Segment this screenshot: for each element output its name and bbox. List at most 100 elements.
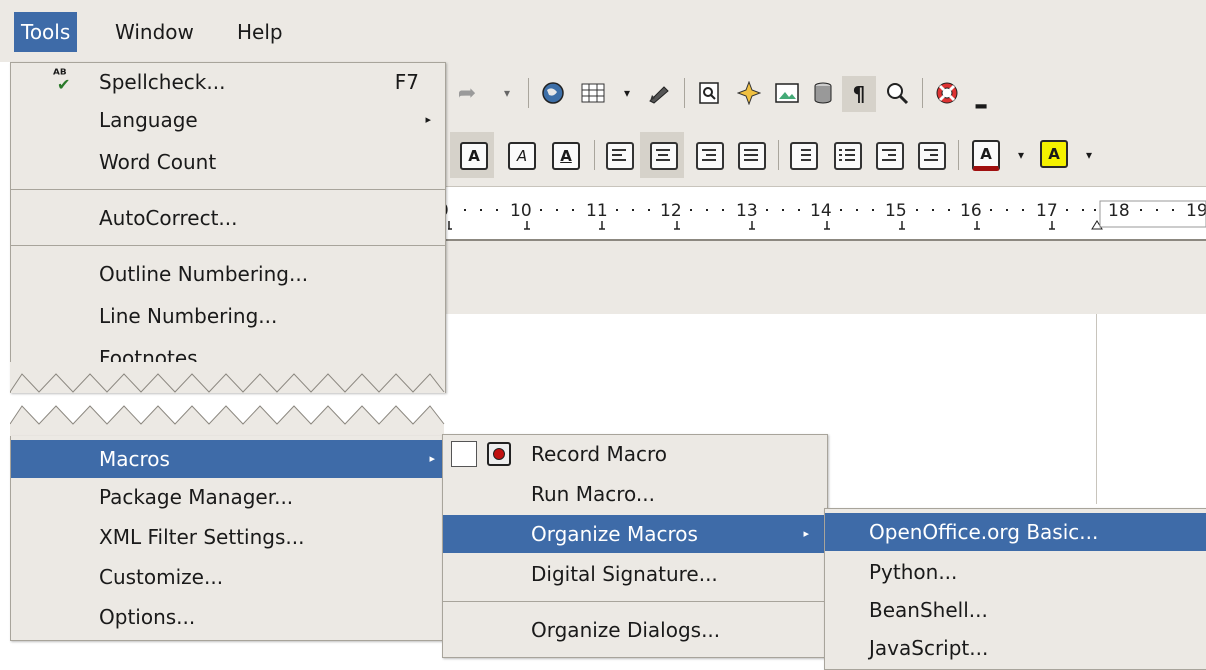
menu-item-record-macro[interactable]: Record Macro xyxy=(443,435,827,473)
formatting-marks-icon[interactable]: ¶ xyxy=(842,76,876,112)
menu-item-customize-label: Customize... xyxy=(99,565,224,589)
find-replace-icon[interactable] xyxy=(694,78,724,108)
menu-item-spellcheck-label: Spellcheck... xyxy=(99,70,226,94)
italic-icon[interactable]: A xyxy=(508,142,536,170)
redo-icon[interactable]: ➦ xyxy=(452,78,482,108)
menu-item-organize-macros[interactable]: Organize Macros ▸ xyxy=(443,515,827,553)
menu-item-beanshell-label: BeanShell... xyxy=(869,598,988,622)
navigator-globe-icon[interactable] xyxy=(538,78,568,108)
menu-window[interactable]: Window xyxy=(108,12,201,52)
menu-item-package-manager[interactable]: Package Manager... xyxy=(11,478,445,516)
menu-item-macros[interactable]: Macros ▸ xyxy=(11,440,445,478)
ruler-tick-label: 15 xyxy=(885,201,907,221)
ruler-tick-label: 18 xyxy=(1108,201,1130,221)
increase-indent-icon[interactable] xyxy=(918,142,946,170)
menu-item-organize-dialogs-label: Organize Dialogs... xyxy=(531,618,721,642)
bold-icon[interactable]: A xyxy=(460,142,488,170)
zoom-icon[interactable] xyxy=(882,78,912,108)
menu-item-run-macro[interactable]: Run Macro... xyxy=(443,475,827,513)
menu-item-openoffice-basic-label: OpenOffice.org Basic... xyxy=(869,520,1099,544)
menu-separator xyxy=(11,245,445,246)
menu-item-openoffice-basic[interactable]: OpenOffice.org Basic... xyxy=(825,513,1206,551)
ruler-tick-label: 12 xyxy=(660,201,682,221)
menu-item-autocorrect[interactable]: AutoCorrect... xyxy=(11,199,445,237)
ruler-tick-label: 19 xyxy=(1186,201,1206,221)
justify-icon[interactable] xyxy=(738,142,766,170)
record-icon xyxy=(487,442,511,466)
macros-submenu: Record Macro Run Macro... Organize Macro… xyxy=(442,434,828,658)
menu-item-autocorrect-label: AutoCorrect... xyxy=(99,206,238,230)
menu-item-spellcheck-shortcut: F7 xyxy=(394,70,419,94)
menu-item-language-label: Language xyxy=(99,108,198,132)
menu-item-xml-filter-settings-label: XML Filter Settings... xyxy=(99,525,305,549)
menu-tools-label: Tools xyxy=(21,20,71,44)
decrease-indent-icon[interactable] xyxy=(876,142,904,170)
toolbar-overflow-icon[interactable]: ▂ xyxy=(966,86,996,116)
spellcheck-icon: ᴬᴮ ✔ xyxy=(53,67,71,94)
menu-item-record-macro-label: Record Macro xyxy=(531,442,667,466)
ruler-tick-label: 10 xyxy=(510,201,532,221)
menu-item-options[interactable]: Options... xyxy=(11,598,445,636)
ruler-tick-label: 13 xyxy=(736,201,758,221)
menu-item-digital-signature[interactable]: Digital Signature... xyxy=(443,555,827,593)
highlighting-dropdown-icon[interactable]: ▾ xyxy=(1074,140,1104,170)
menu-item-digital-signature-label: Digital Signature... xyxy=(531,562,718,586)
menu-separator xyxy=(443,601,827,602)
redo-dropdown-icon[interactable]: ▾ xyxy=(492,78,522,108)
menu-item-line-numbering-label: Line Numbering... xyxy=(99,304,278,328)
font-color-icon[interactable]: A xyxy=(972,140,1000,171)
menu-item-word-count[interactable]: Word Count xyxy=(11,143,445,181)
menu-tools[interactable]: Tools xyxy=(14,12,78,52)
menu-item-javascript-label: JavaScript... xyxy=(869,636,989,660)
align-left-icon[interactable] xyxy=(606,142,634,170)
menu-item-run-macro-label: Run Macro... xyxy=(531,482,655,506)
ruler-tick-label: 16 xyxy=(960,201,982,221)
menu-item-organize-macros-label: Organize Macros xyxy=(531,522,698,546)
menu-item-organize-dialogs[interactable]: Organize Dialogs... xyxy=(443,611,827,649)
menu-item-outline-numbering[interactable]: Outline Numbering... xyxy=(11,255,445,293)
menu-separator xyxy=(11,189,445,190)
menu-item-python-label: Python... xyxy=(869,560,958,584)
align-center-icon[interactable] xyxy=(650,142,678,170)
font-color-dropdown-icon[interactable]: ▾ xyxy=(1006,140,1036,170)
numbering-icon[interactable] xyxy=(790,142,818,170)
table-dropdown-icon[interactable]: ▾ xyxy=(612,78,642,108)
menu-item-xml-filter-settings[interactable]: XML Filter Settings... xyxy=(11,518,445,556)
organize-macros-submenu: OpenOffice.org Basic... Python... BeanSh… xyxy=(824,508,1206,670)
menu-window-label: Window xyxy=(115,20,194,44)
menu-item-package-manager-label: Package Manager... xyxy=(99,485,294,509)
bullets-icon[interactable] xyxy=(834,142,862,170)
gallery-icon[interactable] xyxy=(772,78,802,108)
menu-item-javascript[interactable]: JavaScript... xyxy=(825,629,1206,667)
menu-item-beanshell[interactable]: BeanShell... xyxy=(825,591,1206,629)
tools-menu-lower: Macros ▸ Package Manager... XML Filter S… xyxy=(10,436,446,641)
submenu-arrow-icon: ▸ xyxy=(429,452,435,465)
underline-icon[interactable]: A xyxy=(552,142,580,170)
submenu-arrow-icon: ▸ xyxy=(425,113,431,126)
menu-item-outline-numbering-label: Outline Numbering... xyxy=(99,262,309,286)
menu-help-label: Help xyxy=(237,20,283,44)
help-lifebuoy-icon[interactable] xyxy=(932,78,962,108)
menubar: Tools Window Help xyxy=(0,0,1206,62)
menu-help[interactable]: Help xyxy=(230,12,290,52)
ruler-tick-label: 14 xyxy=(810,201,832,221)
data-sources-icon[interactable] xyxy=(808,78,838,108)
ruler: 9 10 11 12 13 14 15 16 17 18 19 xyxy=(444,186,1206,241)
menu-item-language[interactable]: Language ▸ xyxy=(11,101,445,139)
table-icon[interactable] xyxy=(578,78,608,108)
menu-item-options-label: Options... xyxy=(99,605,196,629)
menu-break-zigzag xyxy=(10,362,445,442)
page-margin-line xyxy=(1096,314,1097,504)
align-right-icon[interactable] xyxy=(696,142,724,170)
draw-functions-icon[interactable] xyxy=(644,78,674,108)
highlighting-icon[interactable]: A xyxy=(1040,140,1068,168)
navigator-icon[interactable] xyxy=(734,78,764,108)
menu-item-spellcheck[interactable]: ᴬᴮ ✔ Spellcheck... F7 xyxy=(11,63,445,101)
toolbar-area: ➦ ▾ ▾ ¶ ▂ A A A A ▾ A ▾ 10 11 12 13 14 1… xyxy=(444,62,1206,314)
menu-item-word-count-label: Word Count xyxy=(99,150,217,174)
menu-item-line-numbering[interactable]: Line Numbering... xyxy=(11,297,445,335)
menu-item-python[interactable]: Python... xyxy=(825,553,1206,591)
tools-menu-upper: ᴬᴮ ✔ Spellcheck... F7 Language ▸ Word Cou… xyxy=(10,62,446,393)
menu-item-customize[interactable]: Customize... xyxy=(11,558,445,596)
record-macro-checkbox[interactable] xyxy=(451,441,477,467)
